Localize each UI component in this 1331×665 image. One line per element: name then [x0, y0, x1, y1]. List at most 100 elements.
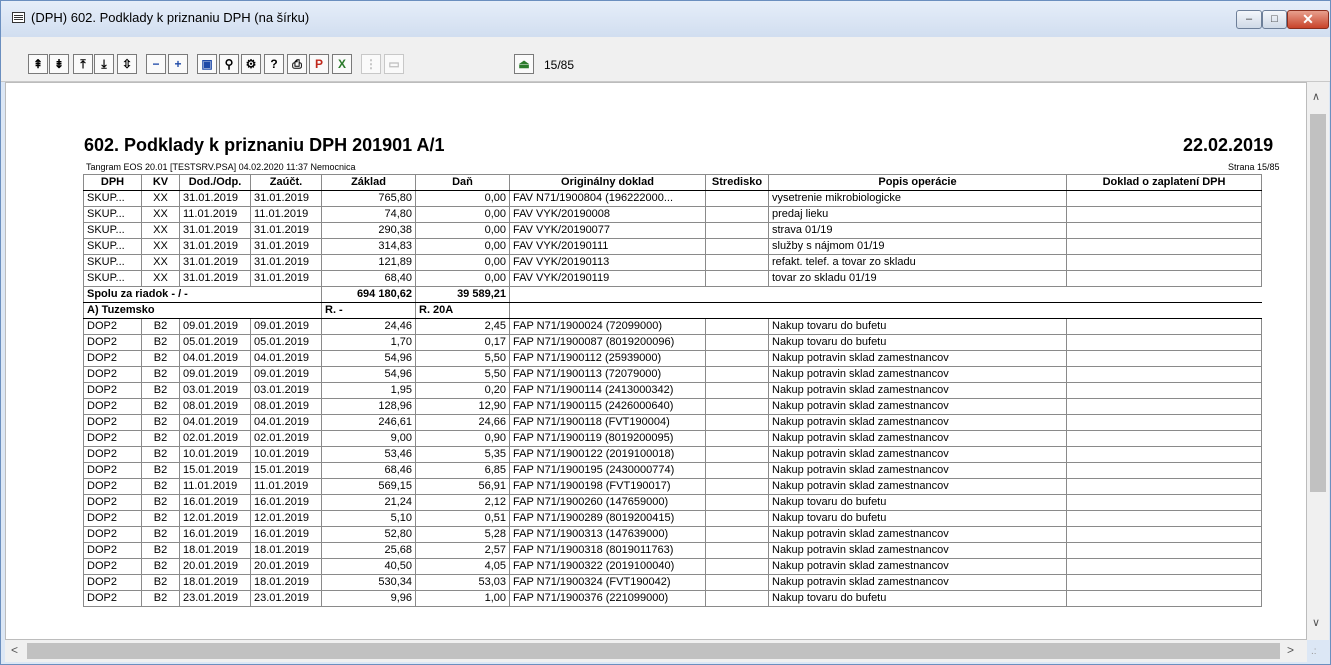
close-button[interactable]: ✕	[1287, 10, 1329, 29]
cell-stredisko	[705, 430, 769, 447]
cell-dan: 56,91	[415, 478, 510, 495]
cell-dph: SKUP...	[83, 190, 142, 207]
cell-kv: B2	[141, 334, 180, 351]
help-icon[interactable]: ?	[264, 54, 284, 74]
scroll-right-icon[interactable]: >	[1287, 643, 1294, 657]
cell-dod-odp: 31.01.2019	[179, 270, 251, 287]
cell-kv: B2	[141, 462, 180, 479]
cell-dod-odp: 12.01.2019	[179, 510, 251, 527]
zoom-in-icon[interactable]: +	[168, 54, 188, 74]
vertical-scrollbar[interactable]: ∧ ∨	[1307, 82, 1329, 640]
cell-popis: vysetrenie mikrobiologicke	[768, 190, 1067, 207]
cell-doklad: FAP N71/1900313 (147639000)	[509, 526, 706, 543]
cell-popis: Nakup potravin sklad zamestnancov	[768, 574, 1067, 591]
cell-zaklad: 74,80	[321, 206, 416, 223]
cell-dan: 2,12	[415, 494, 510, 511]
cell-dan: 0,00	[415, 254, 510, 271]
cell-dan: 2,45	[415, 318, 510, 335]
cell-dph: DOP2	[83, 574, 142, 591]
total-row: Spolu za riadok - / - 694 180,62 39 589,…	[83, 286, 1262, 303]
cell-dph: DOP2	[83, 350, 142, 367]
cell-dan: 53,03	[415, 574, 510, 591]
section-r1: R. -	[321, 302, 416, 319]
title-bar[interactable]: (DPH) 602. Podklady k priznaniu DPH (na …	[1, 1, 1330, 37]
cell-zaplatenie	[1066, 190, 1262, 207]
cell-dod-odp: 16.01.2019	[179, 526, 251, 543]
cell-dan: 0,00	[415, 270, 510, 287]
cell-dod-odp: 09.01.2019	[179, 366, 251, 383]
cell-zaklad: 9,96	[321, 590, 416, 607]
cell-kv: XX	[141, 190, 180, 207]
cell-dan: 0,00	[415, 206, 510, 223]
cell-dod-odp: 31.01.2019	[179, 254, 251, 271]
cell-dph: DOP2	[83, 366, 142, 383]
cell-dan: 5,50	[415, 366, 510, 383]
next-page-icon[interactable]: ⤓	[94, 54, 114, 74]
scroll-up-icon[interactable]: ∧	[1312, 90, 1320, 103]
cell-dod-odp: 10.01.2019	[179, 446, 251, 463]
cell-stredisko	[705, 366, 769, 383]
cell-dan: 2,57	[415, 542, 510, 559]
cell-dph: DOP2	[83, 542, 142, 559]
page-setup-icon[interactable]: ⚙	[241, 54, 261, 74]
cell-zaklad: 246,61	[321, 414, 416, 431]
cell-dan: 0,90	[415, 430, 510, 447]
cell-dod-odp: 11.01.2019	[179, 206, 251, 223]
cell-dod-odp: 15.01.2019	[179, 462, 251, 479]
report-preview-window: (DPH) 602. Podklady k priznaniu DPH (na …	[0, 0, 1331, 665]
vertical-scroll-thumb[interactable]	[1310, 114, 1326, 492]
cell-dph: DOP2	[83, 494, 142, 511]
cell-dod-odp: 31.01.2019	[179, 222, 251, 239]
cell-dod-odp: 02.01.2019	[179, 430, 251, 447]
table-row: DOP2 B2 11.01.2019 11.01.2019 569,15 56,91 FAP…	[83, 478, 1262, 495]
cell-popis: Nakup potravin sklad zamestnancov	[768, 462, 1067, 479]
cell-popis: Nakup tovaru do bufetu	[768, 510, 1067, 527]
section-r2: R. 20A	[415, 302, 510, 319]
cell-kv: B2	[141, 510, 180, 527]
cell-popis: Nakup potravin sklad zamestnancov	[768, 366, 1067, 383]
cell-dan: 6,85	[415, 462, 510, 479]
cell-zaplatenie	[1066, 334, 1262, 351]
maximize-button[interactable]: □	[1262, 10, 1287, 29]
table-row: DOP2 B2 12.01.2019 12.01.2019 5,10 0,51 FAP N7…	[83, 510, 1262, 527]
horizontal-scroll-thumb[interactable]	[27, 643, 1280, 659]
cell-dph: DOP2	[83, 318, 142, 335]
col-kv: KV	[141, 174, 180, 191]
pdf-export-icon[interactable]: P	[309, 54, 329, 74]
cell-zaklad: 53,46	[321, 446, 416, 463]
disabled-doc-icon: ▭	[384, 54, 404, 74]
cell-doklad: FAV VYK/20190111	[509, 238, 706, 255]
goto-page-icon[interactable]: ⇳	[117, 54, 137, 74]
minimize-button[interactable]: –	[1236, 10, 1262, 29]
scroll-left-icon[interactable]: <	[11, 643, 18, 657]
cell-dph: DOP2	[83, 446, 142, 463]
exit-icon[interactable]: ⏏	[514, 54, 534, 74]
search-icon[interactable]: ⚲	[219, 54, 239, 74]
resize-grip-icon[interactable]: .:	[1311, 646, 1317, 657]
prev-page-icon[interactable]: ⤒	[73, 54, 93, 74]
cell-dph: DOP2	[83, 430, 142, 447]
zoom-out-icon[interactable]: −	[146, 54, 166, 74]
screen-icon[interactable]: ▣	[197, 54, 217, 74]
horizontal-scrollbar[interactable]: < >	[5, 640, 1307, 662]
cell-doklad: FAV VYK/20190119	[509, 270, 706, 287]
cell-stredisko	[705, 190, 769, 207]
scroll-down-icon[interactable]: ∨	[1312, 616, 1320, 629]
excel-export-icon[interactable]: X	[332, 54, 352, 74]
cell-kv: B2	[141, 478, 180, 495]
cell-popis: Nakup tovaru do bufetu	[768, 590, 1067, 607]
cell-stredisko	[705, 462, 769, 479]
first-page-icon[interactable]: ⇞	[28, 54, 48, 74]
table-row: DOP2 B2 20.01.2019 20.01.2019 40,50 4,05 FAP N…	[83, 558, 1262, 575]
last-page-icon[interactable]: ⇟	[49, 54, 69, 74]
cell-zaklad: 21,24	[321, 494, 416, 511]
cell-kv: B2	[141, 526, 180, 543]
cell-doklad: FAP N71/1900112 (25939000)	[509, 350, 706, 367]
cell-zauct: 16.01.2019	[250, 526, 322, 543]
cell-stredisko	[705, 574, 769, 591]
cell-zaplatenie	[1066, 270, 1262, 287]
print-icon[interactable]: ⎙	[287, 54, 307, 74]
report-table: DPH KV Dod./Odp. Zaúčt. Základ Daň Origi…	[83, 174, 1262, 607]
cell-popis: predaj lieku	[768, 206, 1067, 223]
cell-dan: 0,20	[415, 382, 510, 399]
